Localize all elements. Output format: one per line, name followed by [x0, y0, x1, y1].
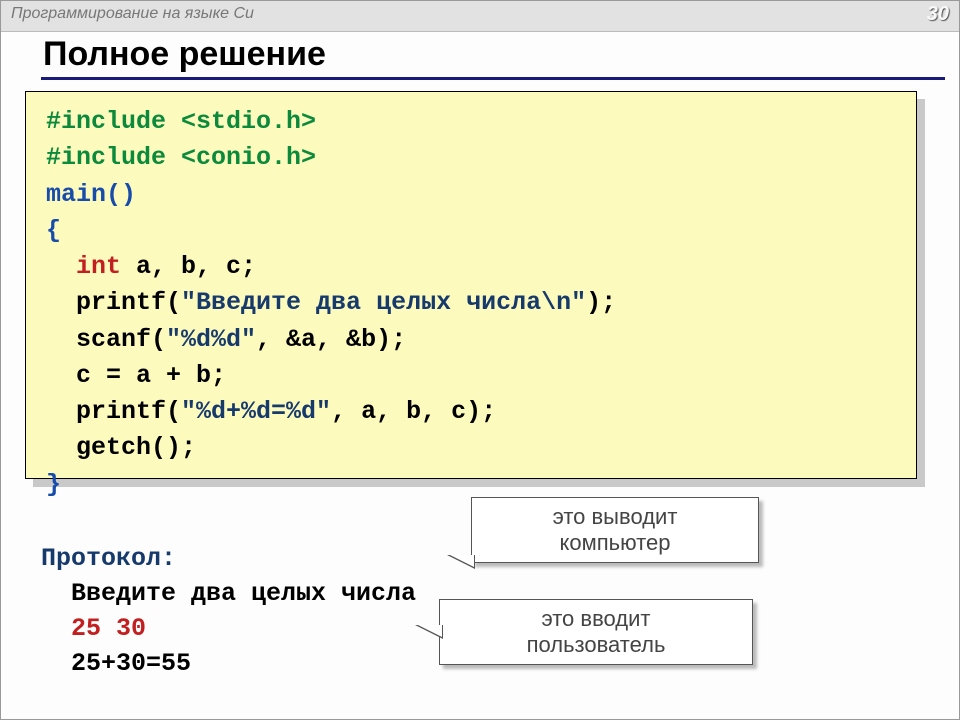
code-line-1: #include <stdio.h>	[46, 104, 896, 140]
code-line-5: int a, b, c;	[46, 249, 896, 285]
string-literal: "%d%d"	[166, 325, 256, 354]
string-literal: "%d+%d=%d"	[181, 397, 331, 426]
protocol-output-1: Введите два целых числа	[41, 576, 416, 611]
callout-tail-fill	[450, 555, 474, 567]
callout-line: компьютер	[490, 530, 740, 556]
code-line-6: printf("Введите два целых числа\n");	[46, 285, 896, 321]
callout-line: это выводит	[490, 504, 740, 530]
callout-line: пользователь	[458, 632, 734, 658]
code-block: #include <stdio.h> #include <conio.h> ma…	[25, 91, 917, 479]
page-number: 30	[927, 3, 949, 26]
include-arg: <conio.h>	[166, 143, 316, 172]
protocol-output-2: 25+30=55	[41, 646, 416, 681]
protocol-input: 25 30	[41, 611, 416, 646]
brace-open: {	[46, 216, 61, 245]
callout-user: это вводит пользователь	[439, 599, 753, 665]
include-keyword: #include	[46, 107, 166, 136]
callout-tail-fill	[418, 625, 442, 637]
int-keyword: int	[76, 252, 121, 281]
code-line-4: {	[46, 213, 896, 249]
header-title: Программирование на языке Си	[11, 5, 254, 23]
string-literal: "Введите два целых числа\n"	[181, 288, 586, 317]
code-line-3: main()	[46, 177, 896, 213]
code-line-8: c = a + b;	[46, 358, 896, 394]
include-arg: <stdio.h>	[166, 107, 316, 136]
header-bar: Программирование на языке Си 30	[1, 1, 959, 32]
main-func: main()	[46, 180, 136, 209]
callout-computer: это выводит компьютер	[471, 497, 759, 563]
protocol-label: Протокол:	[41, 541, 416, 576]
title-underline	[41, 77, 945, 80]
var-decl: a, b, c;	[121, 252, 256, 281]
brace-close: }	[46, 470, 61, 499]
code-line-7: scanf("%d%d", &a, &b);	[46, 322, 896, 358]
slide: Программирование на языке Си 30 Полное р…	[0, 0, 960, 720]
callout-line: это вводит	[458, 606, 734, 632]
include-keyword: #include	[46, 143, 166, 172]
protocol-block: Протокол: Введите два целых числа 25 30 …	[41, 541, 416, 681]
slide-title: Полное решение	[43, 35, 326, 74]
code-line-2: #include <conio.h>	[46, 140, 896, 176]
code-line-9: printf("%d+%d=%d", a, b, c);	[46, 394, 896, 430]
code-line-10: getch();	[46, 430, 896, 466]
